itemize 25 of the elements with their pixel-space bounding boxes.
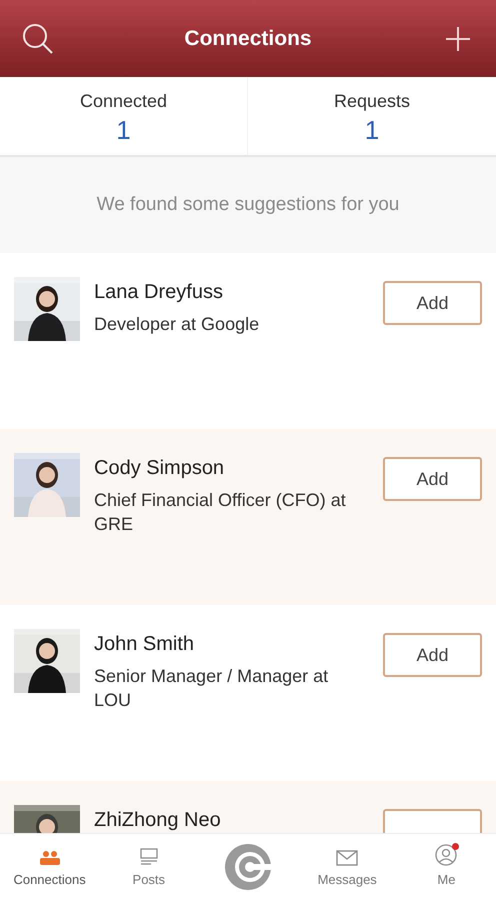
- person-name: Cody Simpson: [94, 456, 226, 481]
- nav-tab[interactable]: Connections: [0, 834, 100, 900]
- nav-tab[interactable]: Me: [396, 834, 496, 900]
- person-name: John Smith: [94, 632, 196, 657]
- person-title: Chief Financial Officer (CFO) at GRE: [94, 489, 347, 536]
- add-button[interactable]: Add: [383, 281, 482, 325]
- stat-tab[interactable]: Requests 1: [248, 77, 496, 155]
- search-icon: [21, 22, 55, 56]
- person-title: Senior Manager / Manager at LOU: [94, 665, 330, 712]
- nav-tab[interactable]: Posts: [99, 834, 198, 900]
- person-name: ZhiZhong Neo: [94, 808, 222, 833]
- logo-icon[interactable]: [224, 843, 272, 891]
- posts-icon: [138, 848, 159, 866]
- envelope-icon: [336, 850, 358, 866]
- person-title: Developer at Google: [94, 313, 260, 336]
- plus-icon: [444, 26, 471, 52]
- add-button[interactable]: Add: [383, 457, 482, 501]
- nav-tab[interactable]: Messages: [298, 834, 397, 900]
- window-title: Connections: [184, 26, 312, 52]
- user-icon: [435, 844, 458, 866]
- people-icon: [38, 850, 61, 866]
- person-name: Lana Dreyfuss: [94, 280, 224, 305]
- stat-tab[interactable]: Connected 1: [0, 77, 248, 155]
- add-button[interactable]: Add: [383, 633, 482, 677]
- suggestion-note: We found some suggestions for you: [96, 192, 400, 217]
